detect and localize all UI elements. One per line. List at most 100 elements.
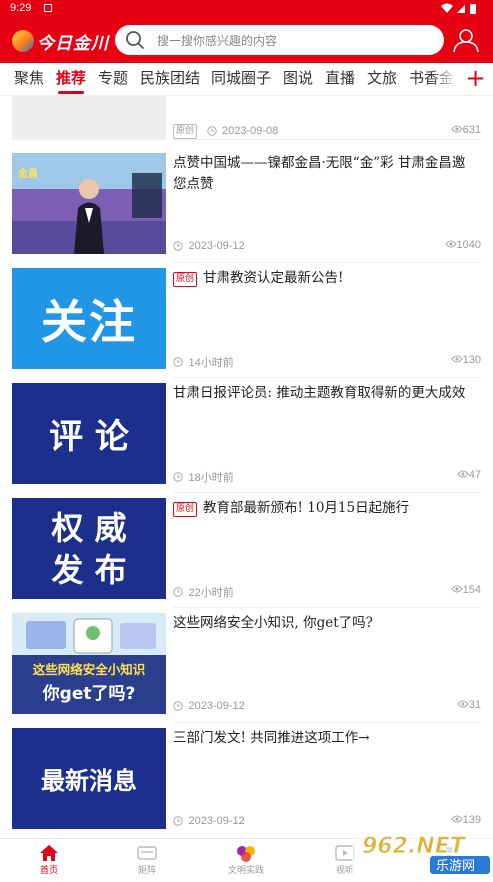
- article-thumbnail: 金昌: [12, 153, 166, 254]
- article-title: 三部门发文! 共同推进这项工作→: [173, 730, 370, 746]
- original-badge: 原创: [173, 502, 198, 517]
- article-item[interactable]: 关注 原创 甘肃教资认定最新公告! 14小时前 130: [0, 268, 493, 383]
- clock-icon: [173, 701, 183, 711]
- article-thumbnail: 最新消息: [12, 728, 166, 829]
- status-bar: 9:29: [0, 0, 493, 18]
- article-meta: 14小时前 130: [173, 354, 481, 370]
- divider: [173, 377, 481, 378]
- article-thumbnail: 评 论: [12, 383, 166, 484]
- nav-civilization[interactable]: 文明实践: [206, 843, 286, 876]
- category-tabs: 聚焦 推荐 专题 民族团结 同城圈子 图说 直播 文旅 书香金 +: [0, 63, 493, 96]
- svg-text:这些网络安全小知识: 这些网络安全小知识: [33, 662, 146, 677]
- article-item[interactable]: 金昌 点赞中国城——镍都金昌·无限“金”彩 甘肃金昌邀您点赞 2023-09-1…: [0, 153, 493, 268]
- eye-icon: [450, 355, 463, 363]
- article-title: 原创 教育部最新颁布! 10月15日起施行: [173, 498, 473, 519]
- article-date: 18小时前: [188, 472, 234, 484]
- article-meta: 原创 2023-09-08 631: [173, 124, 481, 140]
- article-views: 139: [450, 814, 481, 826]
- original-badge: 原创: [173, 272, 198, 287]
- original-badge: 原创: [173, 124, 198, 139]
- tab-juji[interactable]: 聚焦: [14, 67, 44, 88]
- top-header: 今日金川 搜一搜你感兴趣的内容: [0, 18, 493, 63]
- tab-tuijian[interactable]: 推荐: [56, 67, 86, 88]
- tab-zhibo[interactable]: 直播: [325, 67, 355, 88]
- status-icons: [439, 2, 483, 17]
- eye-icon: [450, 125, 463, 133]
- notification-icon: [44, 4, 52, 12]
- article-title: 甘肃日报评论员: 推动主题教育取得新的更大成效: [173, 385, 466, 401]
- clock-icon: [173, 241, 183, 251]
- article-date: 2023-09-12: [188, 240, 245, 252]
- article-views: 154: [450, 584, 481, 596]
- svg-text:你get了吗?: 你get了吗?: [42, 683, 136, 704]
- article-title: 点赞中国城——镍都金昌·无限“金”彩 甘肃金昌邀您点赞: [173, 155, 466, 192]
- svg-text:金昌: 金昌: [17, 167, 38, 180]
- thumbnail-caption: 权 威 发 布: [12, 498, 166, 599]
- eye-icon: [450, 585, 463, 593]
- divider: [173, 139, 481, 140]
- clock-icon: [173, 472, 183, 482]
- svg-text:962.NET: 962.NET: [362, 834, 467, 859]
- wifi-battery-icon: [441, 3, 476, 14]
- nav-civilization-label: 文明实践: [227, 866, 264, 876]
- article-thumbnail: 关注: [12, 268, 166, 369]
- nav-matrix[interactable]: 矩阵: [107, 843, 187, 876]
- matrix-icon: [137, 846, 157, 860]
- logo-mark-icon: [12, 30, 34, 52]
- thumbnail-caption: 最新消息: [41, 767, 137, 795]
- article-date: 2023-09-12: [188, 815, 245, 827]
- article-title: 这些网络安全小知识, 你get了吗?: [173, 615, 373, 631]
- logo-text: 今日金川: [37, 33, 109, 54]
- active-tab-indicator: [58, 91, 84, 94]
- tab-tongcheng-quanzi[interactable]: 同城圈子: [211, 67, 271, 88]
- article-item[interactable]: 权 威 发 布 原创 教育部最新颁布! 10月15日起施行 22小时前 154: [0, 498, 493, 613]
- eye-icon: [457, 470, 469, 478]
- search-placeholder: 搜一搜你感兴趣的内容: [157, 33, 278, 48]
- article-views: 1040: [444, 239, 481, 251]
- article-meta: 2023-09-12 139: [173, 814, 481, 830]
- add-tab-button[interactable]: +: [458, 63, 493, 95]
- thumbnail-caption: 关注: [41, 294, 137, 349]
- thumbnail-image: 这些网络安全小知识 你get了吗?: [12, 613, 166, 714]
- svg-text:乐游网: 乐游网: [436, 859, 475, 874]
- eye-icon: [444, 240, 457, 248]
- article-date: 2023-09-12: [188, 700, 245, 712]
- article-thumbnail: 这些网络安全小知识 你get了吗?: [12, 613, 166, 714]
- tabs-fade: [430, 63, 458, 95]
- article-date: 22小时前: [188, 587, 234, 599]
- thumbnail-caption-line1: 权 威: [51, 508, 127, 547]
- article-meta: 18小时前 47: [173, 469, 481, 485]
- article-meta: 22小时前 154: [173, 584, 481, 600]
- article-item[interactable]: 评 论 甘肃日报评论员: 推动主题教育取得新的更大成效 18小时前 47: [0, 383, 493, 498]
- search-icon: [126, 31, 144, 49]
- tab-zhuanti[interactable]: 专题: [98, 67, 128, 88]
- clock-icon: [173, 587, 183, 597]
- tab-wenlv[interactable]: 文旅: [367, 67, 397, 88]
- app-logo[interactable]: 今日金川: [12, 28, 109, 54]
- clock-icon: [206, 126, 217, 136]
- article-views: 31: [457, 699, 481, 711]
- article-views: 130: [450, 354, 481, 366]
- tab-tushuo[interactable]: 图说: [283, 67, 313, 88]
- nav-home-label: 首页: [39, 866, 58, 876]
- article-list: 原创 2023-09-08 631 金昌 点赞中国城——镍都金昌·无限“金”彩 …: [0, 96, 493, 838]
- user-profile-icon[interactable]: [452, 27, 480, 53]
- article-views: 47: [457, 469, 481, 481]
- eye-icon: [457, 700, 469, 708]
- eye-icon: [450, 815, 463, 823]
- site-watermark: 962.NET 乐游网: [352, 830, 493, 878]
- thumbnail-image: 金昌: [12, 153, 166, 254]
- thumbnail-caption: 评 论: [49, 417, 129, 457]
- tab-minzu-tuanjie[interactable]: 民族团结: [140, 67, 200, 88]
- search-bar[interactable]: 搜一搜你感兴趣的内容: [115, 25, 444, 55]
- article-item[interactable]: 最新消息 三部门发文! 共同推进这项工作→ 2023-09-12 139: [0, 728, 493, 838]
- civilization-practice-icon: [237, 846, 255, 862]
- divider: [173, 607, 481, 608]
- clock-icon: [173, 816, 183, 826]
- nav-home[interactable]: 首页: [9, 843, 89, 876]
- article-views: 631: [450, 124, 481, 136]
- home-icon: [40, 845, 58, 861]
- article-item[interactable]: 这些网络安全小知识 你get了吗? 这些网络安全小知识, 你get了吗? 202…: [0, 613, 493, 728]
- article-meta: 2023-09-12 31: [173, 699, 481, 715]
- watermark-logo: 962.NET 乐游网: [352, 830, 493, 878]
